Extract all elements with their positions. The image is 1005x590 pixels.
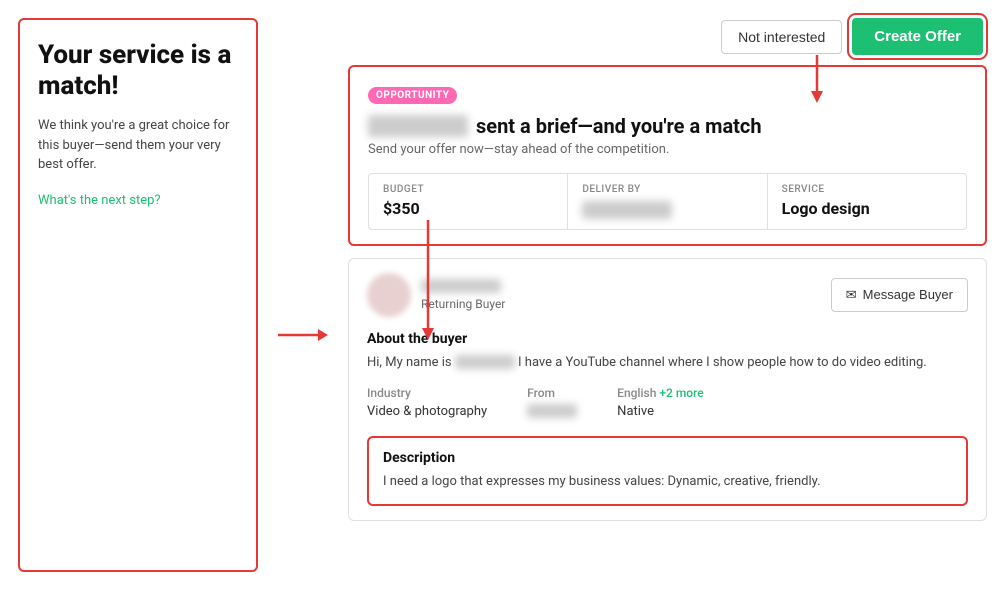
buyer-name-text-blurred [455,355,515,369]
more-languages-link[interactable]: +2 more [659,386,703,400]
industry-label: Industry [367,386,487,400]
opportunity-badge: OPPORTUNITY [368,87,457,104]
from-value [527,404,577,422]
create-offer-button[interactable]: Create Offer [852,18,983,55]
budget-label: BUDGET [383,184,553,195]
create-offer-arrow [807,55,827,109]
about-buyer-title: About the buyer [367,331,968,347]
language-label: English +2 more [617,386,704,400]
from-col: From [527,386,577,422]
budget-value: $350 [383,199,553,218]
message-buyer-label: Message Buyer [863,287,953,302]
action-bar: Not interested Create Offer [348,18,987,55]
description-title: Description [383,450,952,466]
service-value: Logo design [782,199,952,218]
deliver-by-detail: DELIVER BY [568,174,767,229]
opportunity-title-text: sent a brief—and you're a match [476,114,762,138]
opportunity-details: BUDGET $350 DELIVER BY SERVICE Logo desi… [368,173,967,230]
from-label: From [527,386,577,400]
match-panel: Your service is a match! We think you're… [18,18,258,572]
not-interested-button[interactable]: Not interested [721,20,842,54]
opportunity-subtitle: Send your offer now—stay ahead of the co… [368,142,967,157]
deliver-by-value [582,199,752,219]
sender-name-blurred [368,115,468,137]
description-text: I need a logo that expresses my business… [383,472,952,492]
panel-arrow [278,18,328,572]
language-level: Native [617,404,704,419]
description-section: Description I need a logo that expresses… [367,436,968,506]
industry-value: Video & photography [367,404,487,419]
opportunity-card: OPPORTUNITY sent a brief—and you're a ma… [348,65,987,246]
service-detail: SERVICE Logo design [768,174,966,229]
buyer-header: Returning Buyer ✉ Message Buyer [367,273,968,317]
deliver-by-label: DELIVER BY [582,184,752,195]
envelope-icon: ✉ [846,287,857,303]
about-buyer-text: Hi, My name is I have a YouTube channel … [367,353,968,373]
opportunity-title: sent a brief—and you're a match [368,114,967,138]
from-value-blurred [527,404,577,418]
deliver-by-blurred [582,201,672,219]
buyer-details-grid: Industry Video & photography From Englis… [367,386,968,422]
match-subtitle: We think you're a great choice for this … [38,116,238,175]
match-title: Your service is a match! [38,40,238,102]
next-step-link[interactable]: What's the next step? [38,193,161,208]
buyer-avatar [367,273,411,317]
down-arrow-indicator [418,220,438,344]
buyer-section: Returning Buyer ✉ Message Buyer About th… [348,258,987,521]
service-label: SERVICE [782,184,952,195]
message-buyer-button[interactable]: ✉ Message Buyer [831,278,968,312]
right-panel: Not interested Create Offer OPPORTUNITY … [348,18,987,572]
industry-col: Industry Video & photography [367,386,487,422]
budget-detail: BUDGET $350 [369,174,568,229]
language-col: English +2 more Native [617,386,704,422]
